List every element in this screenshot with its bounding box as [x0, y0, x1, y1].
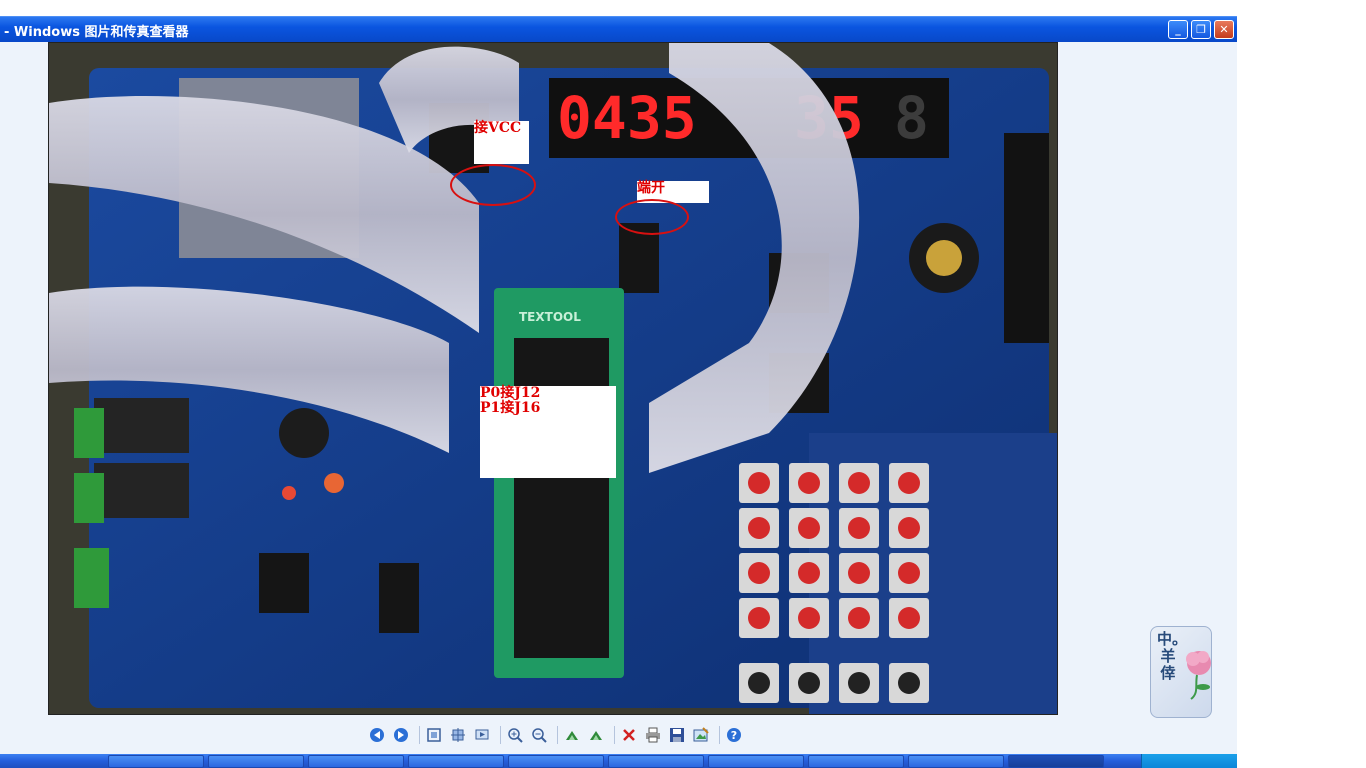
print-button[interactable]	[643, 725, 663, 745]
taskbar-button-active[interactable]	[1008, 755, 1104, 768]
actual-size-icon	[451, 728, 465, 742]
toolbar-separator	[614, 726, 615, 744]
annotation-vcc-text: 接VCC	[474, 120, 522, 136]
development-board-image: 0435 35 8 TEXTOOL	[49, 43, 1057, 714]
decorative-sticker: 中。羊倖	[1150, 626, 1212, 718]
taskbar	[0, 754, 1237, 768]
help-button[interactable]: ?	[724, 725, 744, 745]
system-tray	[1141, 754, 1237, 768]
taskbar-button[interactable]	[608, 755, 704, 768]
rotate-clockwise-button[interactable]	[562, 725, 582, 745]
window-title: - Windows 图片和传真查看器	[4, 25, 189, 40]
svg-text:8: 8	[894, 84, 929, 152]
annotation-p0-text: P0接J12	[480, 385, 541, 401]
seg-left-text: 0435	[557, 84, 697, 152]
delete-button[interactable]	[619, 725, 639, 745]
edit-icon	[693, 727, 709, 742]
annotation-ring-vcc	[450, 164, 536, 206]
annotation-ring-disconnect	[615, 199, 689, 235]
annotation-disconnect-text: 端开	[637, 180, 665, 196]
zoom-in-icon	[508, 728, 523, 743]
print-icon	[646, 727, 660, 743]
sticker-text: 中。羊倖	[1157, 630, 1188, 682]
prev-icon	[370, 728, 384, 742]
taskbar-button[interactable]	[108, 755, 204, 768]
taskbar-button[interactable]	[508, 755, 604, 768]
previous-image-button[interactable]	[367, 725, 387, 745]
rotate-ccw-icon	[590, 731, 602, 740]
slideshow-button[interactable]	[472, 725, 492, 745]
best-fit-button[interactable]	[424, 725, 444, 745]
zoom-out-icon	[532, 728, 547, 743]
maximize-button[interactable]: ❐	[1191, 20, 1211, 39]
toolbar-separator	[419, 726, 420, 744]
help-icon: ?	[727, 728, 741, 742]
board-photo: 0435 35 8 TEXTOOL	[48, 42, 1058, 715]
flower-icon	[1186, 651, 1211, 700]
delete-icon	[623, 729, 635, 741]
svg-text:?: ?	[731, 729, 737, 742]
toolbar-separator	[719, 726, 720, 744]
taskbar-button[interactable]	[408, 755, 504, 768]
slideshow-icon	[475, 729, 489, 740]
taskbar-button[interactable]	[208, 755, 304, 768]
maximize-icon: ❐	[1196, 23, 1206, 36]
zoom-out-button[interactable]	[529, 725, 549, 745]
zoom-in-button[interactable]	[505, 725, 525, 745]
toolbar-separator	[557, 726, 558, 744]
viewer-toolbar: ?	[367, 724, 748, 746]
taskbar-button[interactable]	[308, 755, 404, 768]
minimize-button[interactable]: _	[1168, 20, 1188, 39]
next-icon	[394, 728, 408, 742]
taskbar-button[interactable]	[808, 755, 904, 768]
taskbar-button[interactable]	[708, 755, 804, 768]
toolbar-separator	[500, 726, 501, 744]
fit-icon	[427, 728, 441, 742]
minimize-icon: _	[1175, 23, 1181, 36]
annotation-p1-text: P1接J16	[480, 400, 541, 416]
annotation-vcc: 接VCC	[474, 121, 529, 164]
save-icon	[670, 728, 684, 742]
rotate-counterclockwise-button[interactable]	[586, 725, 606, 745]
actual-size-button[interactable]	[448, 725, 468, 745]
close-icon: ✕	[1219, 23, 1229, 36]
close-button[interactable]: ✕	[1214, 20, 1234, 39]
svg-text:TEXTOOL: TEXTOOL	[519, 310, 581, 324]
edit-button[interactable]	[691, 725, 711, 745]
rotate-cw-icon	[566, 731, 578, 740]
save-button[interactable]	[667, 725, 687, 745]
annotation-ports: P0接J12 P1接J16	[480, 386, 616, 478]
window-title-bar[interactable]: - Windows 图片和传真查看器 _ ❐ ✕	[0, 16, 1237, 42]
taskbar-button[interactable]	[908, 755, 1004, 768]
next-image-button[interactable]	[391, 725, 411, 745]
